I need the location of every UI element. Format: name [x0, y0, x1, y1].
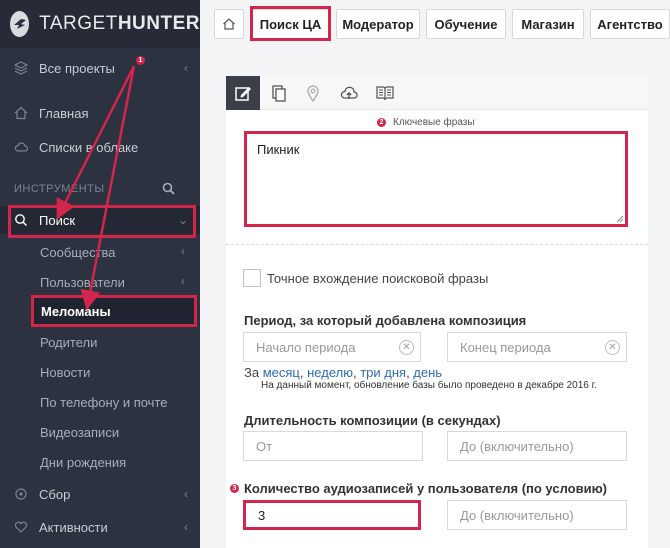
cloud-upload-icon	[340, 86, 358, 99]
audio-count-to-input[interactable]: До (включительно)	[447, 500, 627, 530]
location-tool-button[interactable]	[296, 76, 330, 110]
tools-section-label: ИНСТРУМЕНТЫ	[14, 183, 105, 195]
tab-moderator[interactable]: Модератор	[336, 9, 420, 39]
home-icon	[223, 18, 235, 30]
period-month-link[interactable]: месяц	[263, 365, 300, 380]
sidebar-subitem-videos[interactable]: Видеозаписи	[40, 425, 119, 440]
logo-icon	[10, 11, 30, 37]
chevron-left-icon: ‹	[184, 487, 188, 501]
heart-icon	[14, 520, 28, 534]
tab-label: Магазин	[521, 16, 575, 32]
book-tool-button[interactable]	[368, 76, 402, 110]
audio-count-title: Количество аудиозаписей у пользователя (…	[244, 481, 608, 496]
edit-tool-button[interactable]	[226, 76, 260, 110]
cloud-icon	[14, 140, 28, 154]
exact-match-checkbox[interactable]	[243, 269, 261, 287]
chevron-left-icon: ‹	[181, 274, 185, 288]
period-start-input[interactable]: Начало периода ✕	[243, 332, 421, 362]
annotation-badge-3: 3	[230, 484, 239, 493]
sidebar-subitem-birthdays[interactable]: Дни рождения	[40, 455, 126, 470]
duration-to-placeholder: До (включительно)	[460, 438, 574, 454]
highlight-music-lovers-box	[31, 295, 197, 327]
sidebar-subitem-parents[interactable]: Родители	[40, 335, 97, 350]
tab-agency[interactable]: Агентство	[590, 9, 670, 39]
sidebar-item-activity[interactable]: Активности ‹	[0, 513, 200, 541]
sidebar-item-label: Активности	[39, 519, 108, 535]
resize-handle-icon[interactable]	[616, 215, 624, 223]
sidebar-subitem-news[interactable]: Новости	[40, 365, 90, 380]
sidebar-subitem-communities[interactable]: Сообщества	[40, 245, 116, 260]
period-day-link[interactable]: день	[413, 365, 442, 380]
period-prefix: За	[244, 365, 260, 380]
sidebar-item-label: Главная	[39, 105, 89, 121]
period-end-input[interactable]: Конец периода ✕	[447, 332, 627, 362]
period-quick-links: За месяц, неделю, три дня, день	[244, 365, 443, 380]
duration-from-input[interactable]: От	[243, 431, 423, 461]
chevron-left-icon: ‹	[184, 61, 188, 75]
exact-match-label: Точное вхождение поисковой фразы	[267, 271, 489, 286]
chevron-left-icon: ‹	[184, 520, 188, 534]
chevron-left-icon: ‹	[181, 244, 185, 258]
period-title: Период, за который добавлена композиция	[244, 313, 527, 328]
sidebar-item-all-projects[interactable]: Все проекты ‹	[0, 54, 200, 82]
sidebar-subitem-by-phone-mail[interactable]: По телефону и почте	[40, 395, 168, 410]
crosshair-icon	[14, 487, 28, 501]
period-end-placeholder: Конец периода	[460, 339, 551, 355]
keywords-label: Ключевые фразы	[393, 117, 475, 128]
highlight-search-ca-tab	[250, 6, 331, 41]
copy-tool-button[interactable]	[262, 76, 296, 110]
audio-count-to-placeholder: До (включительно)	[460, 507, 574, 523]
duration-from-placeholder: От	[256, 438, 273, 454]
sidebar-item-cloud-lists[interactable]: Списки в облаке	[0, 133, 200, 161]
duration-to-input[interactable]: До (включительно)	[447, 431, 627, 461]
layers-icon	[14, 61, 28, 75]
audio-count-value: 3	[258, 507, 266, 523]
sidebar-item-label: Все проекты	[39, 60, 115, 76]
highlight-search-box	[8, 205, 196, 238]
duration-title: Длительность композиции (в секундах)	[244, 413, 501, 428]
cloud-upload-tool-button[interactable]	[332, 76, 366, 110]
tab-label: Агентство	[597, 16, 663, 32]
keywords-textarea[interactable]: Пикник	[244, 131, 628, 227]
sidebar-subitem-users[interactable]: Пользователи	[40, 275, 125, 290]
map-pin-icon	[307, 85, 319, 103]
book-icon	[376, 86, 394, 101]
tab-label: Обучение	[434, 16, 498, 32]
clear-icon[interactable]: ✕	[399, 340, 414, 355]
period-start-placeholder: Начало периода	[256, 339, 356, 355]
logo[interactable]: TARGETHUNTER	[0, 0, 200, 48]
sidebar-item-collect[interactable]: Сбор ‹	[0, 480, 200, 508]
sidebar-item-label: Списки в облаке	[39, 139, 139, 155]
section-divider	[226, 244, 648, 245]
update-note: На данный момент, обновление базы было п…	[261, 380, 597, 391]
annotation-badge-2: 2	[377, 118, 386, 127]
annotation-badge-1: 1	[136, 56, 145, 65]
search-icon[interactable]	[162, 182, 175, 195]
home-tab[interactable]	[214, 9, 244, 39]
sidebar-item-home[interactable]: Главная	[0, 99, 200, 127]
audio-count-from-input[interactable]: 3	[243, 500, 421, 530]
tab-label: Модератор	[342, 16, 414, 32]
tab-training[interactable]: Обучение	[426, 9, 506, 39]
sidebar-item-label: Сбор	[39, 486, 71, 502]
period-week-link[interactable]: неделю	[307, 365, 353, 380]
clear-icon[interactable]: ✕	[605, 340, 620, 355]
copy-icon	[272, 85, 286, 102]
period-three-days-link[interactable]: три дня	[360, 365, 406, 380]
panel-toolbar	[226, 76, 648, 110]
tab-shop[interactable]: Магазин	[512, 9, 584, 39]
sidebar: TARGETHUNTER Все проекты ‹ Главная Списк…	[0, 0, 200, 548]
edit-icon	[235, 87, 251, 101]
keywords-value: Пикник	[257, 142, 300, 157]
home-icon	[14, 106, 28, 120]
logo-text: TARGETHUNTER	[39, 13, 200, 34]
